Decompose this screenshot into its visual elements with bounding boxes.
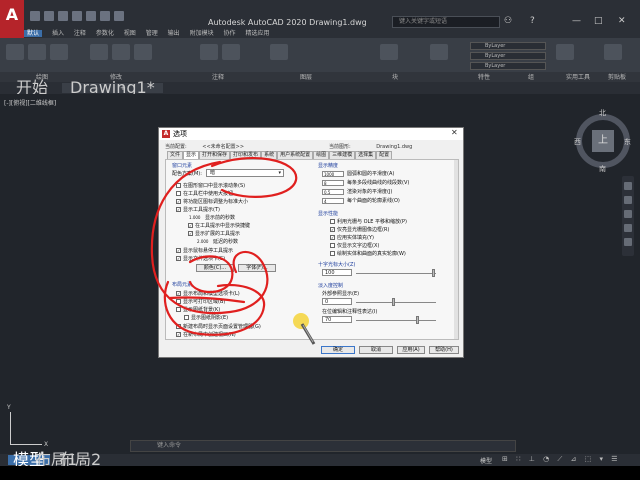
- annotation-layout-elements-loop: [163, 280, 266, 336]
- annotation-layout-tab-underline: [168, 296, 246, 304]
- annotation-window-elements-loop: [150, 160, 269, 315]
- annotation-file-tab-loop: [188, 255, 234, 294]
- pen-cursor-icon: [293, 313, 316, 345]
- red-annotation-overlay: [150, 156, 298, 336]
- annotation-color-scheme-loop: [210, 156, 298, 198]
